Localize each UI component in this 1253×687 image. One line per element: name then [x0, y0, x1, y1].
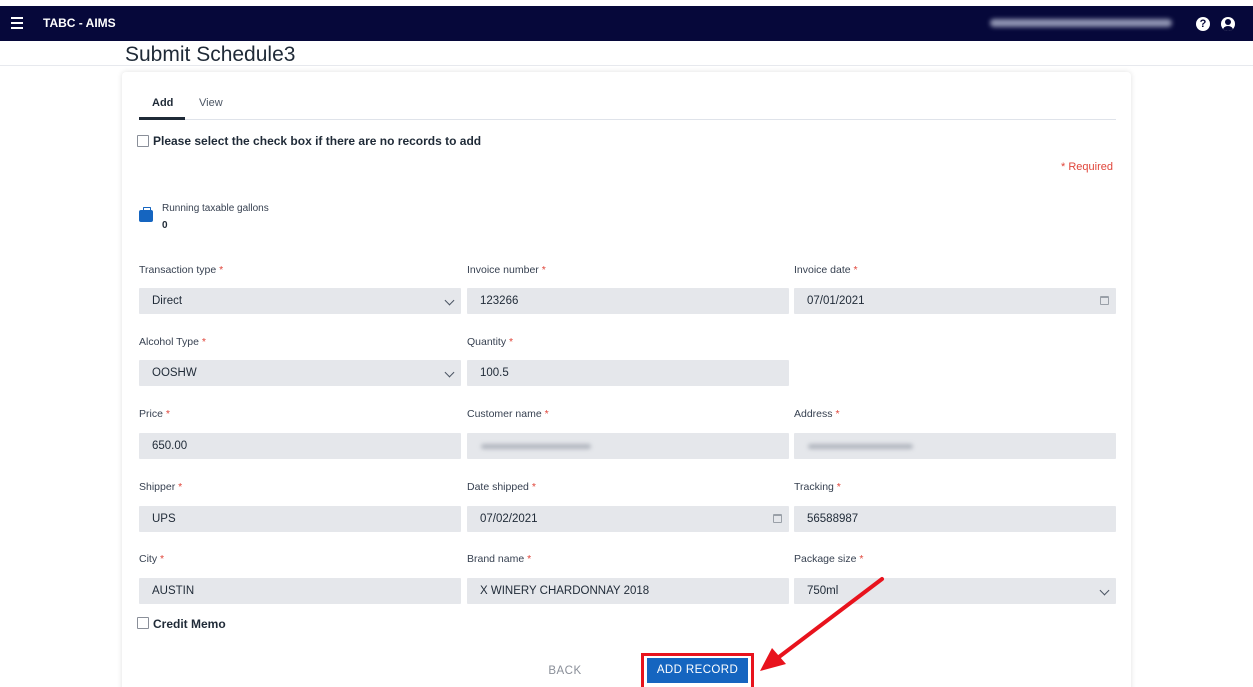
- chevron-down-icon: [1099, 585, 1110, 596]
- address-input[interactable]: [794, 433, 1116, 459]
- transaction-type-select[interactable]: Direct: [139, 288, 461, 314]
- no-records-checkbox-label: Please select the check box if there are…: [153, 134, 482, 148]
- tracking-input[interactable]: 56588987: [794, 506, 1116, 532]
- tracking-label: Tracking *: [794, 481, 841, 493]
- date-shipped-input[interactable]: 07/02/2021: [467, 506, 789, 532]
- shipper-input[interactable]: UPS: [139, 506, 461, 532]
- chevron-down-icon: [444, 367, 455, 378]
- brand-name-input[interactable]: X WINERY CHARDONNAY 2018: [467, 578, 789, 604]
- invoice-date-label: Invoice date *: [794, 264, 858, 276]
- customer-name-input[interactable]: [467, 433, 789, 459]
- add-record-button[interactable]: ADD RECORD: [647, 658, 748, 683]
- alcohol-type-select[interactable]: OOSHW: [139, 360, 461, 386]
- invoice-number-label: Invoice number *: [467, 264, 546, 276]
- transaction-type-label: Transaction type *: [139, 264, 224, 276]
- customer-name-label: Customer name *: [467, 408, 549, 420]
- briefcase-icon: [139, 207, 153, 222]
- credit-memo-label: Credit Memo: [153, 617, 226, 631]
- invoice-date-input[interactable]: 07/01/2021: [794, 288, 1116, 314]
- tabs-divider: [139, 119, 1116, 120]
- quantity-label: Quantity *: [467, 336, 514, 348]
- price-label: Price *: [139, 408, 170, 420]
- credit-memo-checkbox[interactable]: [137, 617, 149, 629]
- package-size-select[interactable]: 750ml: [794, 578, 1116, 604]
- brand-name-label: Brand name *: [467, 553, 532, 565]
- back-button[interactable]: BACK: [540, 660, 590, 682]
- help-icon[interactable]: ?: [1196, 17, 1210, 31]
- tab-view[interactable]: View: [199, 97, 223, 109]
- shipper-label: Shipper *: [139, 481, 183, 493]
- city-input[interactable]: AUSTIN: [139, 578, 461, 604]
- app-title: TABC - AIMS: [43, 16, 116, 30]
- hamburger-menu-icon[interactable]: [11, 17, 23, 29]
- running-gallons-value: 0: [162, 220, 168, 231]
- invoice-number-input[interactable]: 123266: [467, 288, 789, 314]
- quantity-input[interactable]: 100.5: [467, 360, 789, 386]
- required-note: * Required: [1061, 161, 1113, 173]
- user-account-icon[interactable]: [1221, 17, 1235, 31]
- running-gallons-label: Running taxable gallons: [162, 203, 269, 214]
- title-divider: [0, 65, 1253, 66]
- no-records-checkbox[interactable]: [137, 135, 149, 147]
- date-shipped-label: Date shipped *: [467, 481, 536, 493]
- calendar-icon[interactable]: [773, 514, 782, 523]
- calendar-icon[interactable]: [1100, 296, 1109, 305]
- user-email-redacted: [990, 19, 1172, 27]
- package-size-label: Package size *: [794, 553, 864, 565]
- price-input[interactable]: 650.00: [139, 433, 461, 459]
- active-tab-indicator: [139, 117, 185, 120]
- city-label: City *: [139, 553, 165, 565]
- alcohol-type-label: Alcohol Type *: [139, 336, 206, 348]
- redacted-text: [808, 444, 913, 449]
- top-app-bar: TABC - AIMS ?: [0, 6, 1253, 41]
- tab-add[interactable]: Add: [152, 97, 173, 109]
- redacted-text: [481, 444, 591, 449]
- chevron-down-icon: [444, 295, 455, 306]
- address-label: Address *: [794, 408, 840, 420]
- page-title: Submit Schedule3: [125, 43, 296, 66]
